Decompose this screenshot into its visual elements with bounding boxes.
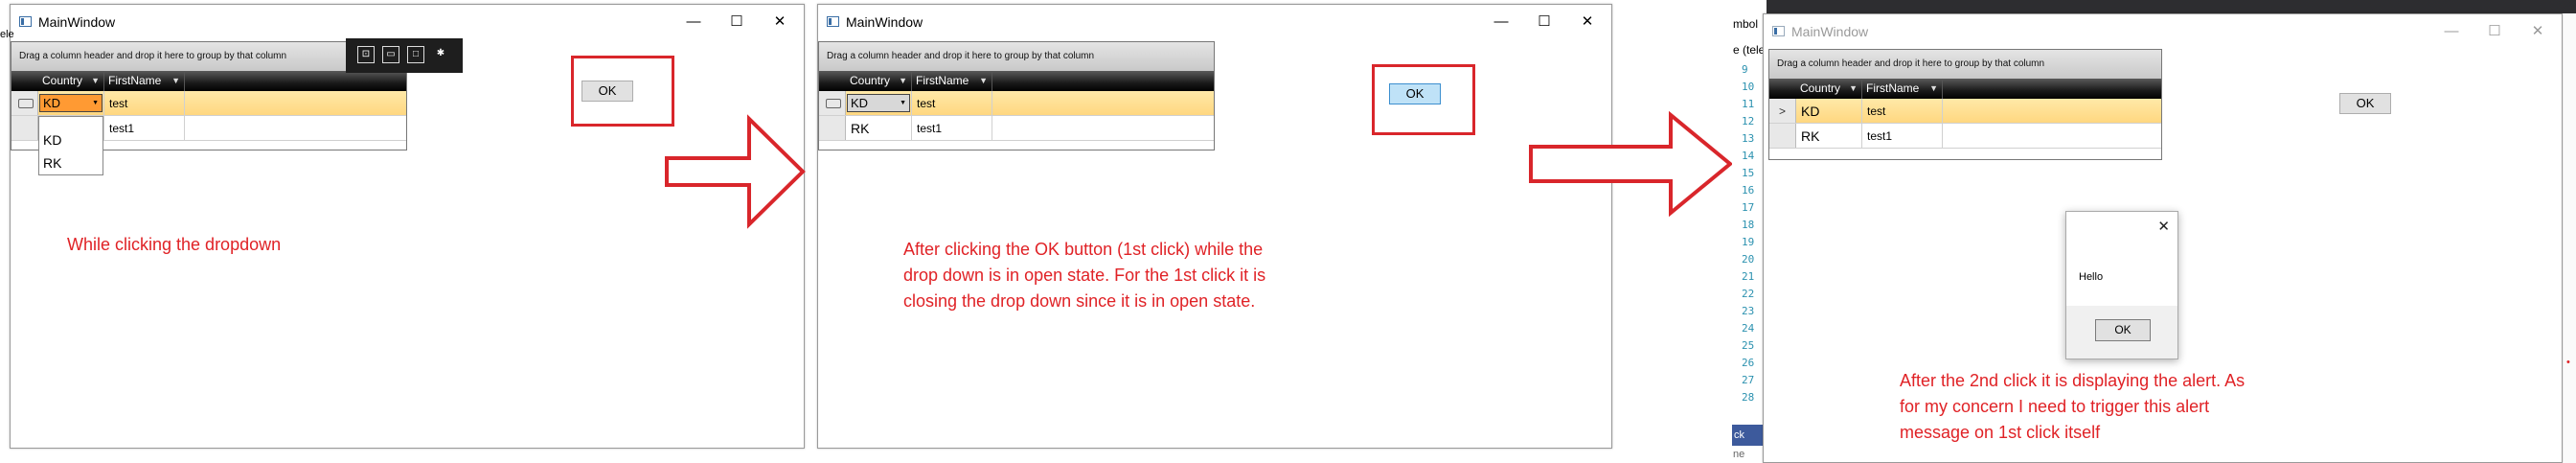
country-dropdown-list[interactable]: KD RK	[38, 116, 103, 175]
table-row[interactable]: KD ▼ test	[11, 91, 406, 116]
title-bar[interactable]: MainWindow — ☐ ✕	[11, 5, 804, 39]
cell-firstname[interactable]: test	[912, 91, 992, 115]
header-firstname[interactable]: FirstName ▼	[1862, 79, 1943, 99]
window-title: MainWindow	[38, 14, 116, 30]
filter-icon[interactable]: ▼	[91, 71, 100, 91]
row-indicator[interactable]	[819, 91, 846, 115]
header-row: Country ▼ FirstName ▼	[819, 71, 1214, 91]
title-bar[interactable]: MainWindow — ☐ ✕	[818, 5, 1611, 39]
alert-ok-button[interactable]: OK	[2095, 319, 2151, 341]
close-icon[interactable]: ✕	[2157, 218, 2170, 235]
close-button[interactable]: ✕	[761, 11, 799, 34]
header-firstname[interactable]: FirstName ▼	[912, 71, 992, 91]
alert-dialog: ✕ Hello OK	[2065, 211, 2178, 359]
left-edge-fragment: ele	[0, 29, 14, 40]
annotation-panel1: While clicking the dropdown	[67, 235, 282, 254]
cell-country[interactable]: KD ▼	[846, 91, 912, 115]
row-indicator[interactable]	[819, 116, 846, 140]
app-icon	[1772, 26, 1785, 36]
highlight-box	[571, 56, 674, 127]
group-panel-text: Drag a column header and drop it here to…	[827, 51, 1095, 61]
filter-icon[interactable]: ▼	[979, 71, 988, 91]
data-grid: Drag a column header and drop it here to…	[1768, 49, 2162, 160]
hot-reload-icon[interactable]: ✱	[432, 46, 449, 63]
ide-fragment: ne	[1733, 449, 1745, 460]
cell-firstname[interactable]: test1	[1862, 124, 1943, 148]
app-icon	[19, 16, 32, 27]
window-title: MainWindow	[1791, 24, 1869, 39]
close-button[interactable]: ✕	[2519, 20, 2557, 43]
highlight-box	[1372, 64, 1475, 135]
arrow-right-icon	[665, 114, 806, 229]
ide-fragment: mbol	[1733, 17, 1759, 31]
cell-country[interactable]: KD ▼	[38, 91, 104, 115]
header-row: Country ▼ FirstName ▼	[1769, 79, 2161, 99]
edit-row-icon	[826, 99, 841, 108]
close-button[interactable]: ✕	[1568, 11, 1607, 34]
annotation-panel2: After clicking the OK button (1st click)…	[903, 240, 1266, 311]
table-row[interactable]: RK test1	[1769, 124, 2161, 149]
layout-adorner-icon[interactable]: □	[407, 46, 424, 63]
group-panel[interactable]: Drag a column header and drop it here to…	[1769, 50, 2161, 80]
live-tree-icon[interactable]: ▭	[382, 46, 399, 63]
window-title: MainWindow	[846, 14, 923, 30]
dropdown-option[interactable]: RK	[43, 155, 61, 171]
alert-message: Hello	[2079, 271, 2104, 283]
cell-firstname[interactable]: test	[1862, 99, 1943, 123]
country-combobox[interactable]: KD ▼	[847, 94, 910, 112]
app-icon	[827, 16, 839, 27]
alert-footer: OK	[2066, 306, 2177, 359]
group-panel-text: Drag a column header and drop it here to…	[19, 51, 287, 61]
filter-icon[interactable]: ▼	[1929, 79, 1938, 99]
table-row[interactable]: KD ▼ test	[819, 91, 1214, 116]
ide-fragment: e (tele	[1733, 43, 1766, 57]
minimize-button[interactable]: —	[2432, 20, 2471, 43]
row-indicator[interactable]	[11, 116, 38, 140]
table-row[interactable]: RK test1	[819, 116, 1214, 141]
country-combobox[interactable]: KD ▼	[39, 94, 103, 112]
cell-country[interactable]: RK	[846, 116, 912, 140]
cell-firstname[interactable]: test1	[104, 116, 185, 140]
header-firstname[interactable]: FirstName ▼	[104, 71, 185, 91]
ok-button[interactable]: OK	[2339, 93, 2391, 114]
select-element-icon[interactable]: ⊡	[357, 46, 375, 63]
arrow-right-icon	[1529, 111, 1734, 217]
maximize-button[interactable]: ☐	[718, 11, 756, 34]
chevron-down-icon[interactable]: ▼	[900, 95, 906, 111]
ide-top-bar	[1732, 0, 2576, 13]
header-row: Country ▼ FirstName ▼	[11, 71, 406, 91]
title-bar[interactable]: MainWindow — ☐ ✕	[1764, 14, 2562, 49]
row-indicator[interactable]	[1769, 124, 1796, 148]
header-country[interactable]: Country ▼	[1796, 79, 1862, 99]
edit-row-icon	[18, 99, 34, 108]
maximize-button[interactable]: ☐	[1525, 11, 1563, 34]
cell-firstname[interactable]: test	[104, 91, 185, 115]
header-country[interactable]: Country ▼	[846, 71, 912, 91]
group-panel[interactable]: Drag a column header and drop it here to…	[819, 42, 1214, 72]
data-grid: Drag a column header and drop it here to…	[818, 41, 1215, 150]
chevron-down-icon[interactable]: ▼	[92, 95, 99, 111]
filter-icon[interactable]: ▼	[171, 71, 180, 91]
filter-icon[interactable]: ▼	[1849, 79, 1858, 99]
header-country[interactable]: Country ▼	[38, 71, 104, 91]
row-indicator[interactable]: >	[1769, 99, 1796, 123]
main-window-2: MainWindow — ☐ ✕ Drag a column header an…	[817, 4, 1612, 449]
cell-firstname[interactable]: test1	[912, 116, 992, 140]
cell-country[interactable]: KD	[1796, 99, 1862, 123]
ide-status-bar: ck	[1732, 425, 1767, 446]
annotation-panel3: After the 2nd click it is displaying the…	[1900, 371, 2245, 442]
cell-country[interactable]: RK	[1796, 124, 1862, 148]
maximize-button[interactable]: ☐	[2475, 20, 2514, 43]
minimize-button[interactable]: —	[674, 11, 713, 34]
dropdown-option[interactable]: KD	[43, 132, 61, 148]
group-panel-text: Drag a column header and drop it here to…	[1777, 58, 2045, 69]
filter-icon[interactable]: ▼	[899, 71, 907, 91]
right-edge-strip	[2564, 13, 2576, 463]
right-edge-mark: •	[2566, 357, 2570, 368]
table-row[interactable]: > KD test	[1769, 99, 2161, 124]
minimize-button[interactable]: —	[1482, 11, 1520, 34]
debug-toolbar: ⊡ ▭ □ ✱	[346, 38, 463, 73]
row-indicator[interactable]	[11, 91, 38, 115]
